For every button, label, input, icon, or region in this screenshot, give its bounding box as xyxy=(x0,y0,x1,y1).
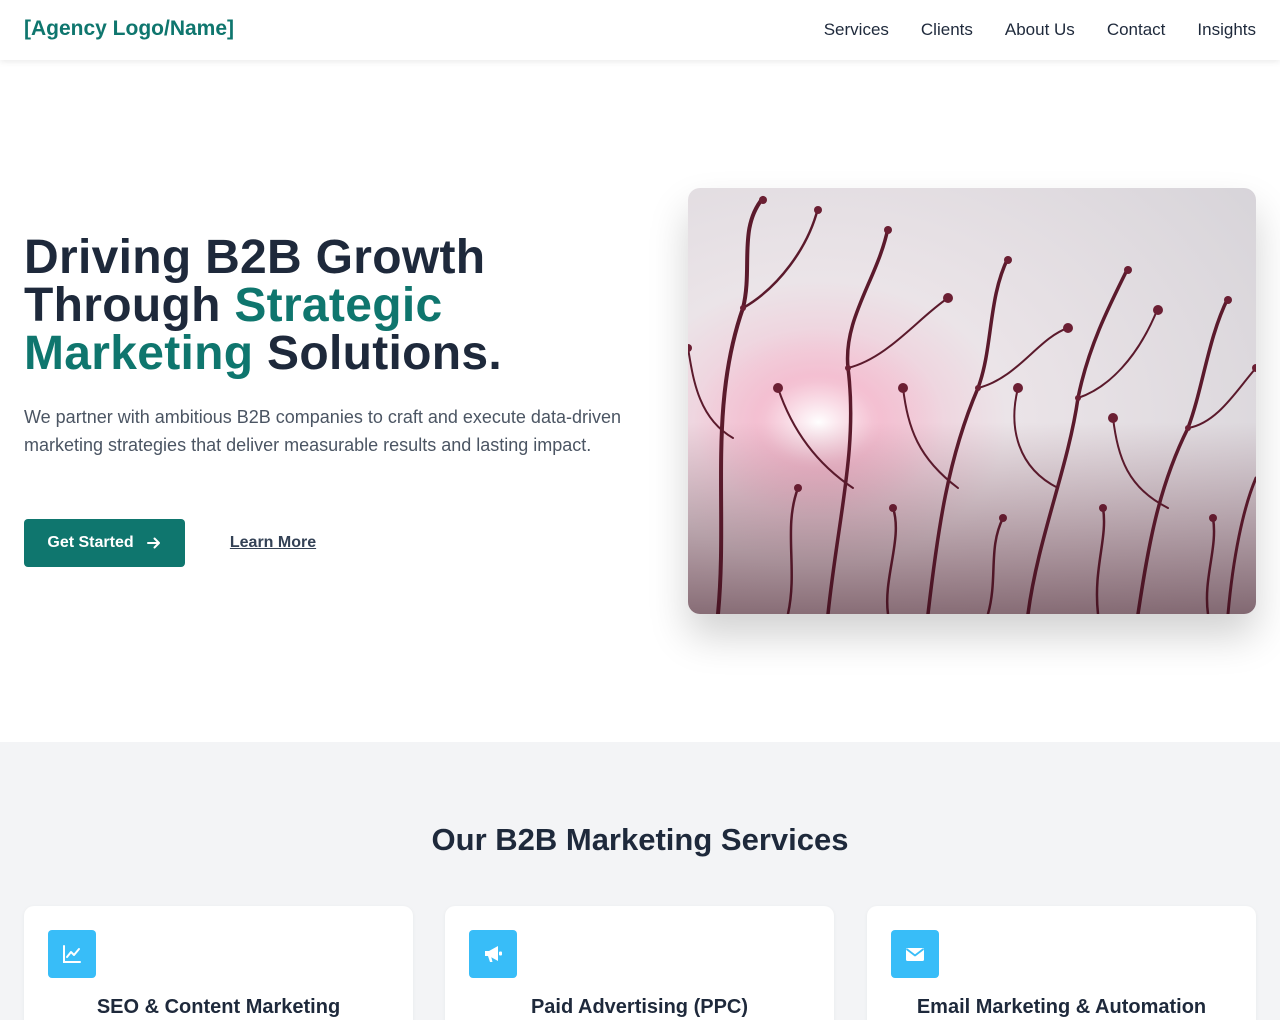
services-title: Our B2B Marketing Services xyxy=(431,822,849,857)
learn-more-button[interactable]: Learn More xyxy=(206,519,340,567)
get-started-label: Get Started xyxy=(47,534,134,551)
hero-title: Driving B2B Growth Through Strategic Mar… xyxy=(24,234,664,378)
service-card-title: Paid Advertising (PPC) xyxy=(530,996,749,1018)
blossom-branches-image xyxy=(688,188,1256,614)
service-card-email[interactable]: Email Marketing & Automation xyxy=(867,906,1256,1020)
service-card-seo[interactable]: SEO & Content Marketing xyxy=(24,906,413,1020)
hero-title-part2: Solutions. xyxy=(253,327,503,380)
nav-contact[interactable]: Contact xyxy=(1107,20,1166,40)
service-card-title: SEO & Content Marketing xyxy=(96,996,341,1018)
service-card-title: Email Marketing & Automation xyxy=(916,996,1207,1018)
agency-logo[interactable]: [Agency Logo/Name] xyxy=(24,17,234,41)
megaphone-icon xyxy=(469,930,517,978)
nav-about-us[interactable]: About Us xyxy=(1005,20,1075,40)
envelope-icon xyxy=(891,930,939,978)
nav-services[interactable]: Services xyxy=(824,20,889,40)
arrow-right-icon xyxy=(146,537,160,549)
hero-description: We partner with ambitious B2B companies … xyxy=(24,407,621,455)
nav-insights[interactable]: Insights xyxy=(1197,20,1256,40)
main-nav: Services Clients About Us Contact Insigh… xyxy=(824,20,1256,40)
get-started-button[interactable]: Get Started xyxy=(24,519,185,567)
chart-line-icon xyxy=(48,930,96,978)
service-card-ppc[interactable]: Paid Advertising (PPC) xyxy=(445,906,834,1020)
nav-clients[interactable]: Clients xyxy=(921,20,973,40)
site-header: [Agency Logo/Name] Services Clients Abou… xyxy=(0,0,1280,60)
hero-image xyxy=(688,188,1256,614)
